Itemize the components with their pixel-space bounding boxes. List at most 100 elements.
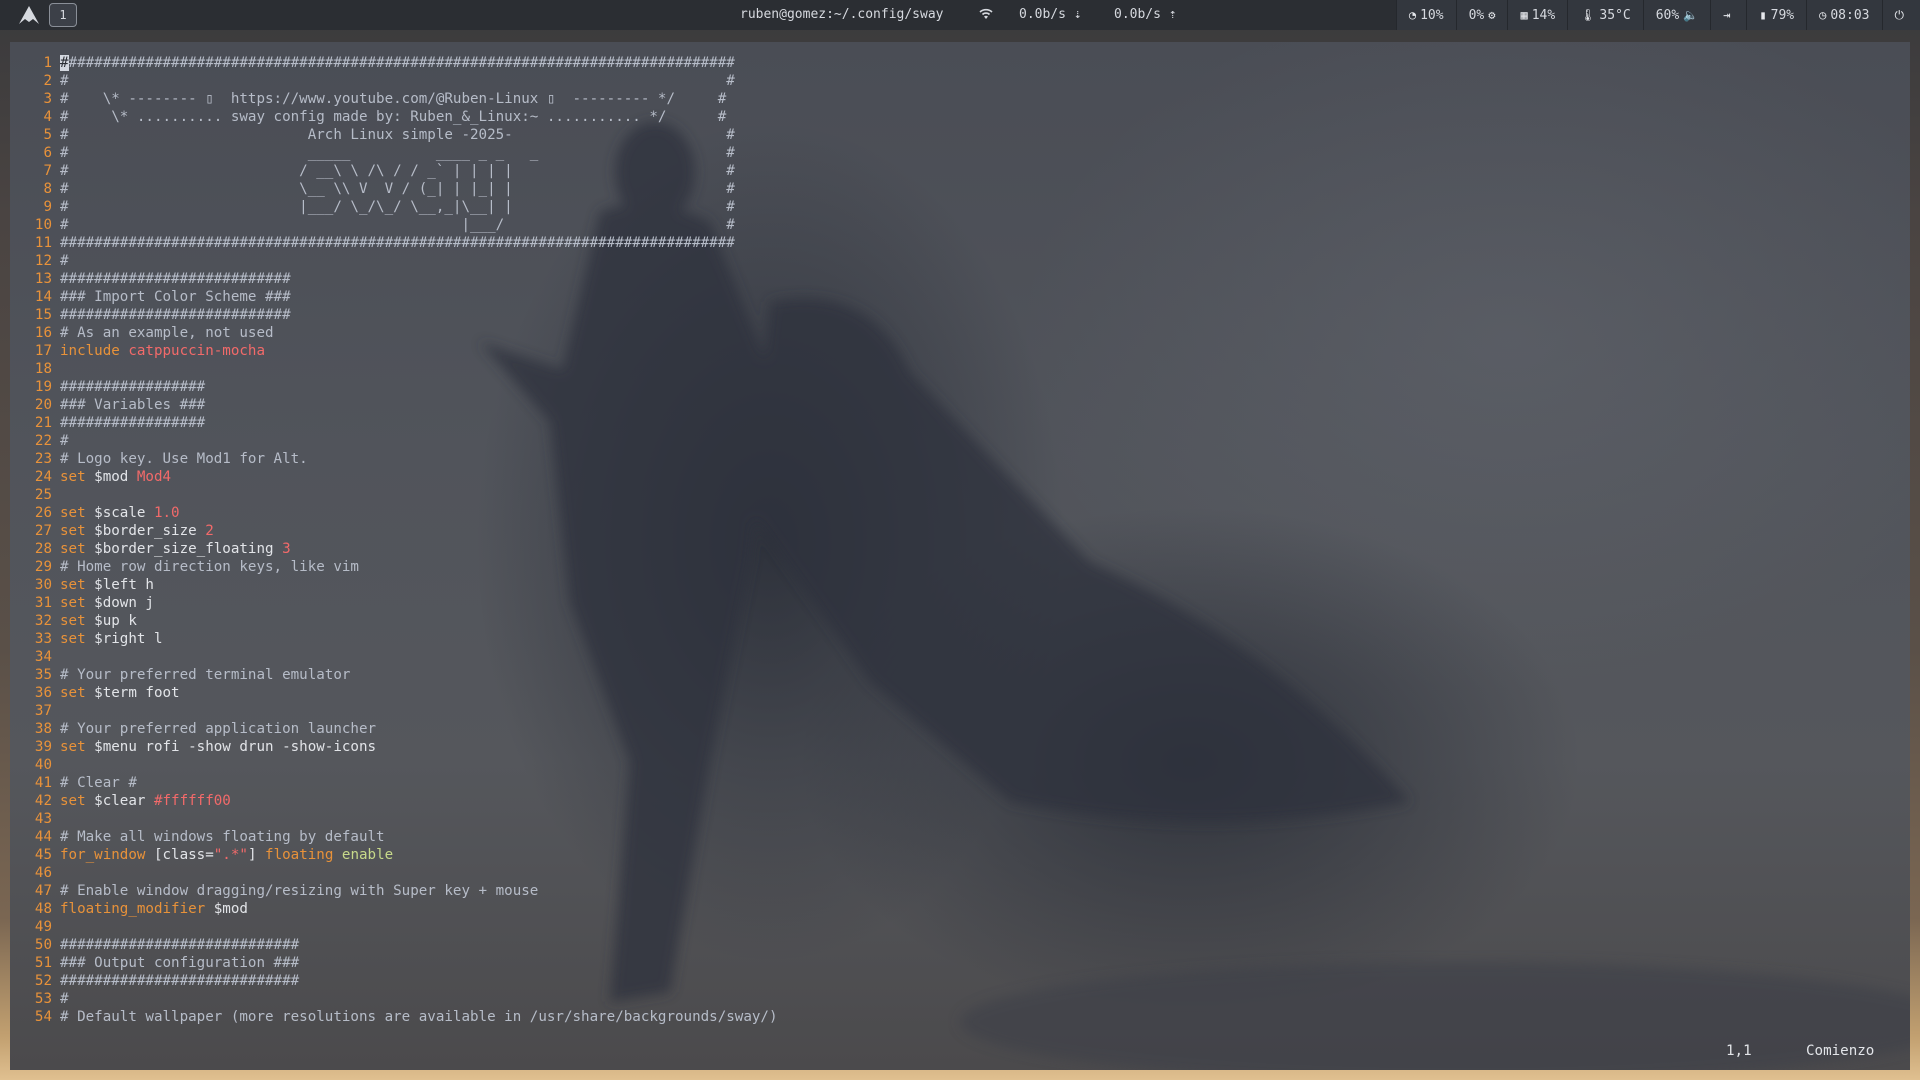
code-token: # Your preferred terminal emulator (60, 667, 351, 683)
code-line[interactable]: 1 #######################################… (10, 54, 1910, 72)
terminal-window[interactable]: 1 #######################################… (10, 42, 1910, 1070)
code-line[interactable]: 11 ######################################… (10, 234, 1910, 252)
code-token: set (60, 577, 95, 593)
line-number: 21 (34, 415, 52, 431)
line-number: 15 (34, 307, 52, 323)
code-line[interactable]: 39 set $menu rofi -show drun -show-icons (10, 738, 1910, 756)
line-number: 40 (34, 757, 52, 773)
code-token: $down j (94, 595, 154, 611)
battery-module[interactable]: ▮ 79% (1746, 0, 1807, 30)
code-line[interactable]: 27 set $border_size 2 (10, 522, 1910, 540)
code-line[interactable]: 13 ########################### (10, 270, 1910, 288)
line-number: 3 (43, 91, 52, 107)
code-token: $up k (94, 613, 137, 629)
code-line[interactable]: 48 floating_modifier $mod (10, 900, 1910, 918)
code-line[interactable]: 6 # _____ ____ _ _ _ # (10, 144, 1910, 162)
code-line[interactable]: 22 # (10, 432, 1910, 450)
code-line[interactable]: 47 # Enable window dragging/resizing with… (10, 882, 1910, 900)
line-number: 17 (34, 343, 52, 359)
memory-icon: ▦ (1520, 8, 1528, 22)
code-line[interactable]: 24 set $mod Mod4 (10, 468, 1910, 486)
code-line[interactable]: 50 ############################ (10, 936, 1910, 954)
code-line[interactable]: 40 (10, 756, 1910, 774)
code-line[interactable]: 46 (10, 864, 1910, 882)
power-module[interactable]: ⏻ (1881, 0, 1920, 30)
code-line[interactable]: 35 # Your preferred terminal emulator (10, 666, 1910, 684)
code-line[interactable]: 8 # \__ \\ V V / (_| | |_| | # (10, 180, 1910, 198)
code-line[interactable]: 15 ########################### (10, 306, 1910, 324)
line-number: 25 (34, 487, 52, 503)
code-token: ############################ (60, 973, 300, 989)
code-line[interactable]: 14 ### Import Color Scheme ### (10, 288, 1910, 306)
code-line[interactable]: 4 # \* .......... sway config made by: Ru… (10, 108, 1910, 126)
code-token: $left h (94, 577, 154, 593)
cpu-module[interactable]: ◔ 10% (1395, 0, 1456, 30)
line-number: 10 (34, 217, 52, 233)
code-line[interactable]: 53 # (10, 990, 1910, 1008)
code-line[interactable]: 21 ################# (10, 414, 1910, 432)
code-line[interactable]: 54 # Default wallpaper (more resolutions … (10, 1008, 1910, 1026)
code-line[interactable]: 16 # As an example, not used (10, 324, 1910, 342)
code-line[interactable]: 28 set $border_size_floating 3 (10, 540, 1910, 558)
code-line[interactable]: 38 # Your preferred application launcher (10, 720, 1910, 738)
code-line[interactable]: 17 include catppuccin-mocha (10, 342, 1910, 360)
code-token: [class= (153, 847, 214, 863)
code-line[interactable]: 2 # # (10, 72, 1910, 90)
code-line[interactable]: 7 # / __\ \ /\ / / _` | | | | # (10, 162, 1910, 180)
arch-logo-icon[interactable] (18, 5, 40, 25)
code-token: floating (265, 847, 342, 863)
code-line[interactable]: 36 set $term foot (10, 684, 1910, 702)
code-line[interactable]: 32 set $up k (10, 612, 1910, 630)
volume-icon: 🔈 (1683, 8, 1699, 22)
code-line[interactable]: 31 set $down j (10, 594, 1910, 612)
logout-module[interactable]: ⇥ (1710, 0, 1747, 30)
code-token: # |___/ \_/\_/ \__,_|\__| | # (60, 199, 735, 215)
wifi-icon[interactable] (978, 7, 994, 24)
temperature-module[interactable]: 🌡 35°C (1567, 0, 1643, 30)
code-line[interactable]: 30 set $left h (10, 576, 1910, 594)
code-line[interactable]: 37 (10, 702, 1910, 720)
code-token: # \* .......... sway config made by: Rub… (60, 109, 727, 125)
line-number: 27 (34, 523, 52, 539)
code-line[interactable]: 34 (10, 648, 1910, 666)
code-line[interactable]: 12 # (10, 252, 1910, 270)
code-line[interactable]: 42 set $clear #ffffff00 (10, 792, 1910, 810)
code-token: set (60, 541, 95, 557)
gpu-module[interactable]: 0% ⚙ (1455, 0, 1508, 30)
volume-value: 60% (1655, 7, 1680, 23)
code-line[interactable]: 33 set $right l (10, 630, 1910, 648)
memory-module[interactable]: ▦ 14% (1507, 0, 1568, 30)
code-line[interactable]: 20 ### Variables ### (10, 396, 1910, 414)
code-editor[interactable]: 1 #######################################… (10, 54, 1910, 1026)
code-line[interactable]: 5 # Arch Linux simple -2025- # (10, 126, 1910, 144)
volume-module[interactable]: 60% 🔈 (1642, 0, 1711, 30)
code-token: ########################### (60, 271, 291, 287)
code-line[interactable]: 3 # \* -------- ▯ https://www.youtube.com… (10, 90, 1910, 108)
code-line[interactable]: 49 (10, 918, 1910, 936)
cursor-position: 1,1 (1726, 1043, 1752, 1059)
code-line[interactable]: 41 # Clear # (10, 774, 1910, 792)
line-number: 48 (34, 901, 52, 917)
code-token: #ffffff00 (153, 793, 231, 809)
code-line[interactable]: 19 ################# (10, 378, 1910, 396)
clock-module[interactable]: ◷ 08:03 (1806, 0, 1882, 30)
code-line[interactable]: 45 for_window [class=".*"] floating enabl… (10, 846, 1910, 864)
code-line[interactable]: 43 (10, 810, 1910, 828)
line-number: 1 (43, 55, 52, 71)
code-line[interactable]: 44 # Make all windows floating by default (10, 828, 1910, 846)
line-number: 44 (34, 829, 52, 845)
workspace-button[interactable]: 1 (49, 3, 77, 27)
code-line[interactable]: 18 (10, 360, 1910, 378)
code-line[interactable]: 26 set $scale 1.0 (10, 504, 1910, 522)
code-line[interactable]: 29 # Home row direction keys, like vim (10, 558, 1910, 576)
line-number: 11 (34, 235, 52, 251)
code-line[interactable]: 10 # |___/ # (10, 216, 1910, 234)
code-line[interactable]: 23 # Logo key. Use Mod1 for Alt. (10, 450, 1910, 468)
code-line[interactable]: 9 # |___/ \_/\_/ \__,_|\__| | # (10, 198, 1910, 216)
code-token: $term foot (94, 685, 180, 701)
code-token: ########################################… (68, 55, 735, 71)
code-line[interactable]: 52 ############################ (10, 972, 1910, 990)
code-token: for_window (60, 847, 154, 863)
code-line[interactable]: 51 ### Output configuration ### (10, 954, 1910, 972)
code-line[interactable]: 25 (10, 486, 1910, 504)
